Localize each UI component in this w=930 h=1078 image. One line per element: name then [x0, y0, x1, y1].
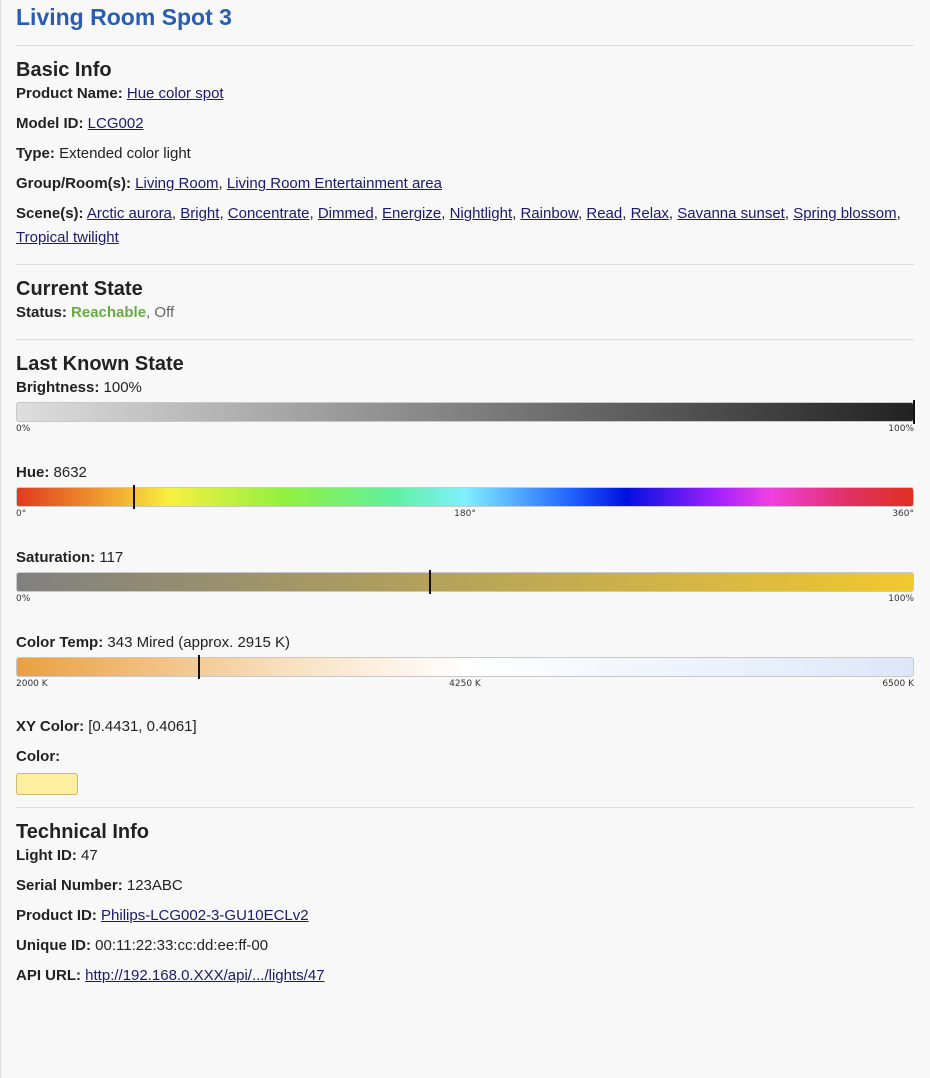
serial-number-row: Serial Number: 123ABC	[16, 874, 914, 898]
hue-bar	[16, 485, 914, 509]
serial-number-value: 123ABC	[126, 877, 183, 894]
page: Living Room Spot 3 Basic Info Product Na…	[1, 0, 930, 988]
scale-max-label: 100%	[888, 424, 914, 434]
saturation-marker	[428, 570, 431, 594]
saturation-value: 117	[99, 549, 124, 566]
model-id-row: Model ID: LCG002	[16, 112, 914, 136]
product-id-row: Product ID: Philips-LCG002-3-GU10ECLv2	[16, 904, 914, 928]
scenes-label: Scene(s):	[16, 205, 84, 222]
groups-list: Living Room, Living Room Entertainment a…	[135, 175, 442, 192]
scale-min-label: 0°	[16, 509, 27, 519]
xy-color-value: [0.4431, 0.4061]	[88, 718, 197, 735]
light-id-row: Light ID: 47	[16, 844, 914, 868]
scale-min-label: 0%	[16, 424, 31, 434]
model-id-link[interactable]: LCG002	[88, 115, 144, 132]
xy-color-label: XY Color:	[16, 718, 85, 735]
color-label: Color:	[16, 748, 61, 765]
scene-link[interactable]: Dimmed	[318, 205, 374, 222]
hue-scale: 0° 180° 360°	[16, 509, 914, 523]
page-title: Living Room Spot 3	[16, 4, 232, 30]
scene-link[interactable]: Tropical twilight	[16, 229, 119, 246]
product-name-row: Product Name: Hue color spot	[16, 82, 914, 106]
scale-max-label: 6500 K	[882, 679, 914, 689]
hue-marker	[133, 485, 136, 509]
power-status: Off	[154, 304, 175, 321]
technical-info-heading: Technical Info	[16, 821, 149, 843]
api-url-row: API URL: http://192.168.0.XXX/api/.../li…	[16, 964, 914, 988]
scale-min-label: 0%	[16, 594, 31, 604]
unique-id-row: Unique ID: 00:11:22:33:cc:dd:ee:ff-00	[16, 934, 914, 958]
model-id-label: Model ID:	[16, 115, 84, 132]
scene-link[interactable]: Spring blossom	[793, 205, 896, 222]
saturation-scale: 0% 100%	[16, 594, 914, 608]
scenes-row: Scene(s): Arctic aurora, Bright, Concent…	[16, 202, 914, 250]
hue-value: 8632	[53, 464, 87, 481]
scene-link[interactable]: Rainbow	[520, 205, 578, 222]
status-label: Status:	[16, 304, 67, 321]
type-value: Extended color light	[59, 145, 191, 162]
scene-link[interactable]: Energize	[382, 205, 441, 222]
last-known-state-heading: Last Known State	[16, 353, 184, 375]
serial-number-label: Serial Number:	[16, 877, 123, 894]
scale-min-label: 2000 K	[16, 679, 48, 689]
color-temp-scale: 2000 K 4250 K 6500 K	[16, 679, 914, 693]
api-url-label: API URL:	[16, 967, 81, 984]
scale-mid-label: 4250 K	[449, 679, 481, 689]
brightness-bar	[16, 400, 915, 424]
saturation-row: Saturation: 117	[16, 546, 914, 570]
scene-link[interactable]: Relax	[631, 205, 669, 222]
api-url-link[interactable]: http://192.168.0.XXX/api/.../lights/47	[85, 967, 324, 984]
scene-link[interactable]: Read	[586, 205, 622, 222]
product-name-label: Product Name:	[16, 85, 123, 102]
xy-color-row: XY Color: [0.4431, 0.4061]	[16, 715, 914, 739]
color-swatch	[16, 773, 78, 795]
type-label: Type:	[16, 145, 55, 162]
reachable-status: Reachable	[71, 304, 147, 321]
brightness-label: Brightness:	[16, 379, 100, 396]
hue-row: Hue: 8632	[16, 461, 914, 485]
hue-label: Hue:	[16, 464, 50, 481]
scene-link[interactable]: Savanna sunset	[677, 205, 785, 222]
color-temp-label: Color Temp:	[16, 634, 104, 651]
light-id-value: 47	[81, 847, 98, 864]
brightness-value: 100%	[103, 379, 142, 396]
scale-max-label: 360°	[892, 509, 914, 519]
product-id-label: Product ID:	[16, 907, 97, 924]
current-state-heading: Current State	[16, 278, 143, 300]
basic-info-heading: Basic Info	[16, 59, 112, 81]
scene-link[interactable]: Bright	[180, 205, 219, 222]
scale-mid-label: 180°	[454, 509, 476, 519]
scene-link[interactable]: Nightlight	[450, 205, 513, 222]
color-temp-marker	[197, 655, 200, 679]
type-row: Type: Extended color light	[16, 142, 914, 166]
group-link[interactable]: Living Room	[135, 175, 218, 192]
color-temp-value: 343 Mired (approx. 2915 K)	[107, 634, 290, 651]
groups-label: Group/Room(s):	[16, 175, 131, 192]
group-link[interactable]: Living Room Entertainment area	[227, 175, 442, 192]
unique-id-label: Unique ID:	[16, 937, 91, 954]
product-name-link[interactable]: Hue color spot	[127, 85, 224, 102]
scene-link[interactable]: Arctic aurora	[87, 205, 172, 222]
color-temp-bar	[16, 655, 914, 679]
scenes-list: Arctic aurora, Bright, Concentrate, Dimm…	[16, 205, 901, 246]
saturation-label: Saturation:	[16, 549, 96, 566]
brightness-row: Brightness: 100%	[16, 376, 914, 400]
brightness-marker	[913, 400, 915, 424]
color-row: Color:	[16, 745, 914, 769]
status-row: Status: Reachable, Off	[16, 304, 175, 321]
product-id-link[interactable]: Philips-LCG002-3-GU10ECLv2	[101, 907, 309, 924]
groups-row: Group/Room(s): Living Room, Living Room …	[16, 172, 914, 196]
color-temp-row: Color Temp: 343 Mired (approx. 2915 K)	[16, 631, 914, 655]
scene-link[interactable]: Concentrate	[228, 205, 310, 222]
light-id-label: Light ID:	[16, 847, 77, 864]
unique-id-value: 00:11:22:33:cc:dd:ee:ff-00	[95, 937, 269, 954]
scale-max-label: 100%	[888, 594, 914, 604]
saturation-bar	[16, 570, 914, 594]
brightness-scale: 0% 100%	[16, 424, 914, 438]
